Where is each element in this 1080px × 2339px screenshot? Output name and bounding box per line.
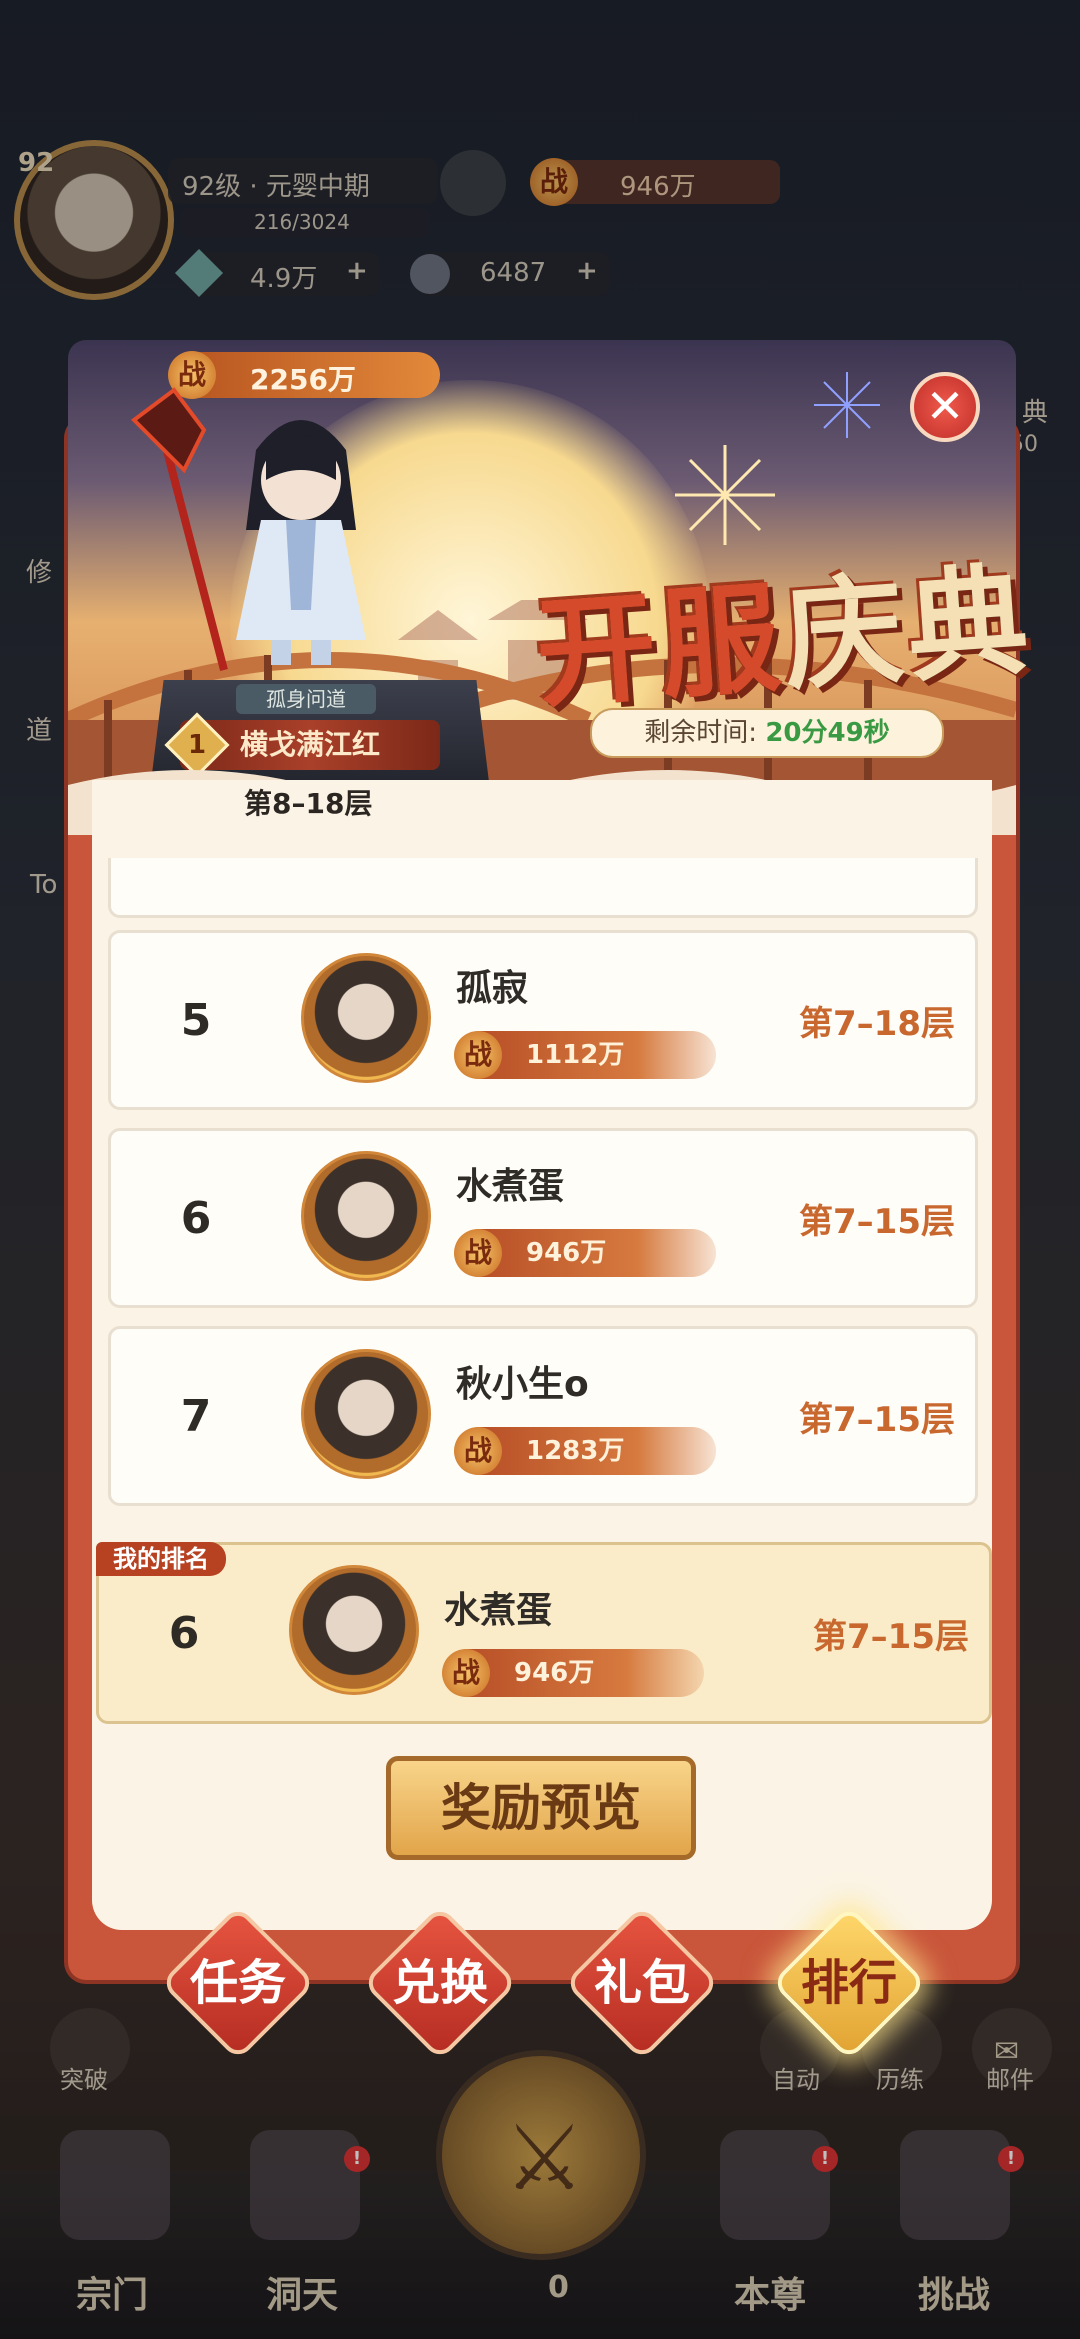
event-title-part-a: 开服 <box>531 567 789 726</box>
row-power: 战 1112万 <box>454 1031 716 1079</box>
tab-tasks[interactable]: 任务 <box>160 1905 316 2061</box>
remaining-time-label: 剩余时间: <box>644 718 758 748</box>
tab-exchange[interactable]: 兑换 <box>362 1905 518 2061</box>
top-player-character[interactable] <box>216 410 386 670</box>
tab-label: 任务 <box>189 1955 286 2011</box>
my-floor: 第7–15层 <box>813 1616 969 1657</box>
row-power: 战 946万 <box>454 1229 716 1277</box>
event-title-part-b: 庆典 <box>778 549 1037 708</box>
tab-label: 兑换 <box>391 1955 488 2011</box>
top-player-floor: 第8–18层 <box>244 787 373 820</box>
my-rank-tag: 我的排名 <box>96 1542 226 1576</box>
row-name: 孤寂 <box>456 968 529 1009</box>
power-icon: 战 <box>454 1427 502 1475</box>
row-power-value: 946万 <box>526 1238 607 1268</box>
avatar[interactable] <box>301 1349 431 1479</box>
row-floor: 第7–15层 <box>799 1201 955 1242</box>
avatar[interactable] <box>301 953 431 1083</box>
table-row[interactable]: 6 水煮蛋 战 946万 第7–15层 <box>108 1128 978 1308</box>
event-title: 开服庆典 <box>530 523 1037 731</box>
power-icon: 战 <box>454 1229 502 1277</box>
remaining-time-value: 20分49秒 <box>765 718 890 748</box>
tab-label: 礼包 <box>593 1955 690 2011</box>
row-floor: 第7–18层 <box>799 1003 955 1044</box>
my-rank-row[interactable]: 6 水煮蛋 战 946万 第7–15层 <box>96 1542 992 1724</box>
table-row[interactable]: 5 孤寂 战 1112万 第7–18层 <box>108 930 978 1110</box>
row-rank: 7 <box>180 1390 212 1442</box>
top-player-power: 2256万 <box>250 363 356 396</box>
table-row[interactable]: 7 秋小生o 战 1283万 第7–15层 <box>108 1326 978 1506</box>
row-floor: 第7–15层 <box>799 1399 955 1440</box>
row-rank: 5 <box>180 994 212 1046</box>
fireworks-decoration <box>675 445 775 545</box>
row-name: 秋小生o <box>456 1364 589 1405</box>
row-rank: 6 <box>180 1192 212 1244</box>
top-player-route: 孤身问道 <box>236 684 376 714</box>
tab-label: 排行 <box>800 1955 897 2011</box>
reward-preview-button[interactable]: 奖励预览 <box>386 1756 696 1860</box>
avatar[interactable] <box>301 1151 431 1281</box>
table-row-partial <box>108 858 978 918</box>
my-power-value: 946万 <box>514 1658 595 1688</box>
tab-gift[interactable]: 礼包 <box>564 1905 720 2061</box>
power-icon: 战 <box>442 1649 490 1697</box>
avatar[interactable] <box>289 1565 419 1695</box>
row-power-value: 1112万 <box>526 1040 625 1070</box>
row-name: 水煮蛋 <box>456 1166 565 1207</box>
power-icon: 战 <box>454 1031 502 1079</box>
my-name: 水煮蛋 <box>444 1590 553 1631</box>
close-button[interactable]: ✕ <box>910 372 980 442</box>
tab-ranking[interactable]: 排行 <box>771 1905 927 2061</box>
row-power: 战 1283万 <box>454 1427 716 1475</box>
row-power-value: 1283万 <box>526 1436 625 1466</box>
fireworks-small-decoration <box>814 372 880 438</box>
my-power: 战 946万 <box>442 1649 704 1697</box>
